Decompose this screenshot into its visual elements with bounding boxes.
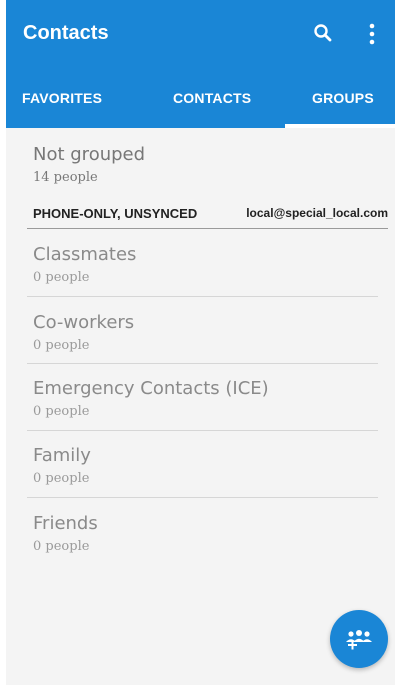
account-name: local@special_local.com (246, 206, 388, 220)
group-item-not-grouped[interactable]: Not grouped 14 people (33, 144, 378, 185)
group-count: 0 people (33, 338, 90, 353)
add-group-button[interactable] (330, 610, 388, 668)
tab-contacts[interactable]: CONTACTS (173, 90, 251, 106)
tab-groups[interactable]: GROUPS (312, 90, 374, 106)
list-divider (27, 296, 378, 297)
group-item-emergency-contacts[interactable]: Emergency Contacts (ICE) 0 people (33, 378, 378, 419)
account-header: PHONE-ONLY, UNSYNCED local@special_local… (33, 206, 388, 228)
group-name: Classmates (33, 244, 137, 265)
group-item-family[interactable]: Family 0 people (33, 445, 378, 486)
overflow-menu-button[interactable] (362, 20, 382, 48)
list-divider (27, 363, 378, 364)
add-group-icon (346, 630, 372, 650)
account-type: PHONE-ONLY, UNSYNCED (33, 206, 198, 221)
group-count: 0 people (33, 471, 90, 486)
group-name: Emergency Contacts (ICE) (33, 378, 269, 399)
group-count: 0 people (33, 404, 90, 419)
account-divider (27, 228, 388, 229)
group-name: Friends (33, 513, 98, 534)
list-divider (27, 430, 378, 431)
group-count: 0 people (33, 539, 90, 554)
group-count: 0 people (33, 270, 90, 285)
group-name: Co-workers (33, 312, 135, 333)
group-name: Not grouped (33, 144, 146, 165)
tab-favorites[interactable]: FAVORITES (22, 90, 102, 106)
list-divider (27, 497, 378, 498)
search-button[interactable] (309, 20, 337, 48)
app-title: Contacts (23, 22, 109, 44)
group-item-classmates[interactable]: Classmates 0 people (33, 244, 378, 285)
group-name: Family (33, 445, 91, 466)
more-vert-icon (369, 23, 375, 45)
search-icon (314, 24, 332, 42)
group-item-friends[interactable]: Friends 0 people (33, 513, 378, 554)
app-bar: Contacts FAVORITES CONTACTS GROUPS (6, 0, 395, 128)
screen: Contacts FAVORITES CONTACTS GROUPS Not g… (6, 0, 395, 685)
group-item-co-workers[interactable]: Co-workers 0 people (33, 312, 378, 353)
selected-tab-indicator (285, 124, 395, 128)
group-count: 14 people (33, 170, 98, 185)
